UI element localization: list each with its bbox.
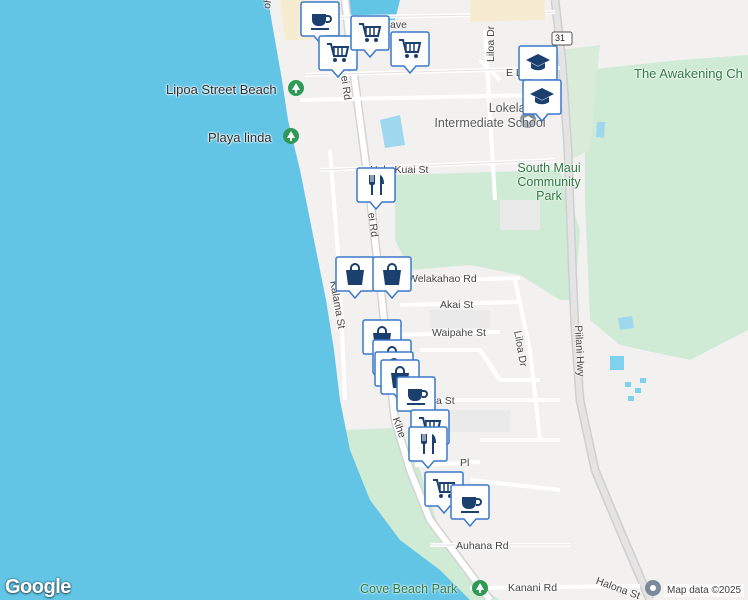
place-pin-icon[interactable]: [645, 580, 661, 596]
tree-icon[interactable]: [472, 580, 488, 596]
green-area-east: [585, 55, 748, 360]
map-canvas[interactable]: 31 Lipoa Street Beach Playa linda The Aw…: [0, 0, 748, 600]
road-label-kanani: Kanani Rd: [508, 582, 558, 594]
poi-marker-restaurant[interactable]: [408, 425, 448, 470]
poi-marker-coffee[interactable]: [450, 483, 490, 528]
park-label-line3[interactable]: Park: [499, 190, 599, 203]
road-label-kihei-1: ei Rd: [338, 74, 354, 101]
place-label-cove-beach[interactable]: Cove Beach Park: [360, 583, 457, 596]
road-label-auhana: Auhana Rd: [456, 540, 509, 552]
map-attribution[interactable]: Map data ©2025: [664, 584, 745, 597]
park-label-line1[interactable]: South Maui: [499, 162, 599, 175]
road-label-akai: Akai St: [440, 299, 474, 311]
road-label-top-ave: ave: [390, 19, 407, 31]
poi-marker-shopping-bag[interactable]: [372, 255, 412, 300]
tree-icon[interactable]: [288, 80, 304, 96]
road-label-lower-pl: Pl: [460, 457, 470, 469]
road-label-kihei-2: ei Rd: [365, 211, 381, 238]
place-label-awakening[interactable]: The Awakening Ch: [634, 67, 743, 80]
route-shield-label: 31: [555, 33, 566, 43]
road-label-liloa-top: Liloa Dr: [485, 25, 497, 62]
road-label-piilani: Piilani Hwy: [572, 324, 587, 377]
place-label-playa-linda[interactable]: Playa linda: [208, 131, 272, 144]
poi-marker-shopping-cart[interactable]: [350, 14, 390, 59]
poi-marker-restaurant[interactable]: [356, 166, 396, 211]
road-label-welakahao: Welakahao Rd: [408, 273, 477, 285]
tree-icon[interactable]: [283, 128, 299, 144]
road-label-waipahe: Waipahe St: [432, 327, 486, 339]
park-label-line2[interactable]: Community: [499, 176, 599, 189]
poi-marker-school[interactable]: [522, 78, 562, 123]
poi-marker-shopping-cart[interactable]: [390, 30, 430, 75]
place-label-lipoa-beach[interactable]: Lipoa Street Beach: [166, 83, 277, 96]
poi-marker-shopping-bag[interactable]: [335, 255, 375, 300]
map-base-layer: [0, 0, 748, 600]
road-label-mid-st: a St: [436, 395, 455, 407]
google-logo[interactable]: Google: [5, 576, 71, 599]
